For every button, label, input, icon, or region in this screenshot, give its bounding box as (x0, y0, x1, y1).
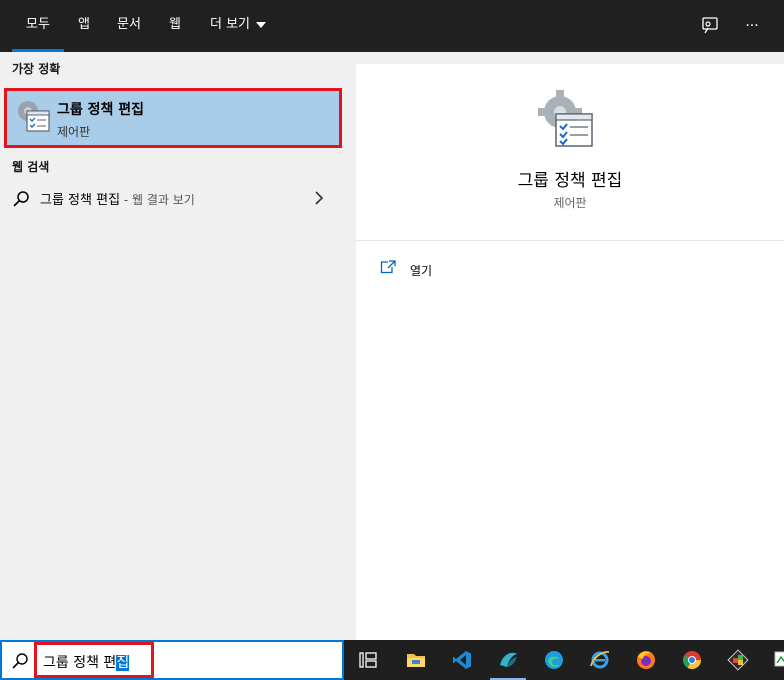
web-result-query: 그룹 정책 편집 (40, 193, 121, 208)
search-icon (13, 191, 29, 207)
divider (356, 240, 784, 241)
search-selected-text: 집 (116, 655, 130, 671)
search-input-text: 그룹 정책 편집 (43, 652, 130, 672)
tab-label: 모두 (26, 17, 50, 32)
caret-down-icon (256, 21, 266, 28)
tab-label: 더 보기 (209, 17, 250, 32)
tool-icon[interactable] (716, 640, 760, 680)
best-match-name: 그룹 정책 편집 (57, 102, 145, 118)
file-explorer-icon[interactable] (394, 640, 438, 680)
tab-apps[interactable]: 앱 (70, 0, 98, 52)
firefox-icon[interactable] (624, 640, 668, 680)
taskbar (344, 640, 784, 680)
monitor-icon[interactable] (762, 640, 784, 680)
web-result-text: 그룹 정책 편집 - 웹 결과 보기 (40, 189, 195, 208)
open-icon (380, 260, 396, 274)
chrome-icon[interactable] (670, 640, 714, 680)
results-list: 가장 정확 그룹 정책 편집 제어판 웹 검색 그룹 정책 편집 - 웹 결과 … (0, 52, 344, 640)
more-options-icon[interactable]: ··· (738, 12, 766, 40)
search-input[interactable]: 그룹 정책 편집 (34, 642, 154, 678)
tab-label: 문서 (117, 17, 141, 32)
open-label: 열기 (410, 264, 433, 278)
web-search-heading: 웹 검색 (12, 160, 50, 174)
web-result-item[interactable]: 그룹 정책 편집 - 웹 결과 보기 (0, 180, 344, 216)
group-policy-large-icon (538, 90, 593, 147)
preview-title: 그룹 정책 편집 (517, 171, 623, 191)
preview-subtitle: 제어판 (553, 196, 587, 210)
tab-all[interactable]: 모두 (12, 0, 64, 52)
feedback-icon[interactable] (696, 12, 724, 40)
tab-label: 웹 (169, 17, 181, 32)
edge-icon[interactable] (532, 640, 576, 680)
tab-web[interactable]: 웹 (160, 0, 190, 52)
preview-pane: 그룹 정책 편집 제어판 열기 (356, 64, 784, 640)
more-options-label: ··· (745, 18, 759, 34)
chevron-right-icon[interactable] (314, 191, 324, 205)
vscode-icon[interactable] (440, 640, 484, 680)
best-match-subtitle: 제어판 (57, 125, 91, 139)
task-view-icon[interactable] (346, 640, 390, 680)
best-match-item[interactable]: 그룹 정책 편집 제어판 (4, 88, 342, 148)
best-match-heading: 가장 정확 (12, 62, 61, 76)
search-icon (12, 653, 28, 669)
group-policy-icon (18, 101, 50, 132)
search-filter-bar: 모두 앱 문서 웹 더 보기 ··· (0, 0, 784, 52)
ie-icon[interactable] (578, 640, 622, 680)
tab-more[interactable]: 더 보기 (198, 0, 278, 52)
app-icon[interactable] (486, 640, 530, 680)
web-result-suffix: - 웹 결과 보기 (120, 193, 195, 207)
search-value: 그룹 정책 편 (43, 655, 117, 671)
search-box[interactable]: 그룹 정책 편집 (0, 640, 344, 680)
tab-label: 앱 (78, 17, 90, 32)
tab-documents[interactable]: 문서 (108, 0, 150, 52)
